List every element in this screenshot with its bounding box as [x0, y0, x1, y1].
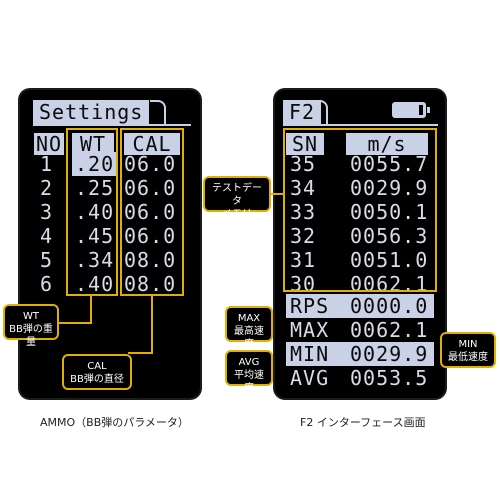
- avg-callout-title: AVG: [238, 357, 260, 368]
- rps-label: RPS: [290, 294, 330, 318]
- min-value: 0029.9: [350, 342, 429, 366]
- settings-tab-title: Settings: [33, 100, 150, 124]
- row-no: 5: [40, 248, 54, 272]
- f2-caption: F2 インターフェース画面: [300, 416, 426, 429]
- f2-tab-underline: [283, 124, 438, 126]
- avg-value: 0053.5: [350, 366, 429, 390]
- max-label: MAX: [290, 318, 330, 342]
- min-row: MIN 0029.9: [286, 342, 434, 366]
- avg-label: AVG: [290, 366, 330, 390]
- wt-callout-title: WT: [23, 311, 39, 322]
- max-callout-desc: 最高速度: [234, 326, 264, 350]
- tab-underline: [33, 124, 191, 126]
- cal-callout: CAL BB弾の直径: [62, 354, 132, 390]
- ammo-caption: AMMO（BB弾のパラメータ）: [40, 416, 189, 429]
- test-data-highlight: [283, 128, 437, 292]
- max-callout-title: MAX: [237, 313, 261, 324]
- rps-value: 0000.0: [350, 294, 429, 318]
- battery-icon: [392, 102, 430, 118]
- min-callout-title: MIN: [458, 339, 478, 350]
- test-data-callout-desc: メモリ: [222, 209, 252, 220]
- min-callout-desc: 最低速度: [448, 352, 488, 363]
- min-label: MIN: [290, 342, 330, 366]
- test-data-callout-title: テストデータ: [212, 183, 262, 207]
- cal-callout-title: CAL: [87, 361, 107, 372]
- tab-edge: [150, 100, 166, 126]
- row-no: 6: [40, 272, 54, 296]
- cal-connector-h: [128, 352, 153, 354]
- max-value: 0062.1: [350, 318, 429, 342]
- max-callout: MAX 最高速度: [225, 306, 273, 350]
- cal-callout-desc: BB弾の直径: [70, 374, 124, 385]
- cal-column-highlight: [120, 128, 184, 296]
- wt-connector: [90, 296, 92, 324]
- test-data-connector: [271, 193, 283, 195]
- rps-row: RPS 0000.0: [286, 294, 434, 318]
- cal-connector: [151, 296, 153, 354]
- min-callout: MIN 最低速度: [440, 332, 496, 368]
- row-no: 3: [40, 200, 54, 224]
- wt-callout-desc: BB弾の重量: [9, 324, 53, 348]
- wt-column-highlight: [66, 128, 118, 296]
- row-no: 2: [40, 176, 54, 200]
- wt-callout: WT BB弾の重量: [3, 304, 59, 348]
- row-no: 4: [40, 224, 54, 248]
- row-no: 1: [40, 152, 54, 176]
- avg-callout-desc: 平均速度: [234, 370, 264, 394]
- f2-tab-edge: [314, 100, 328, 126]
- test-data-callout: テストデータ メモリ: [203, 176, 271, 220]
- avg-callout: AVG 平均速度: [225, 350, 273, 394]
